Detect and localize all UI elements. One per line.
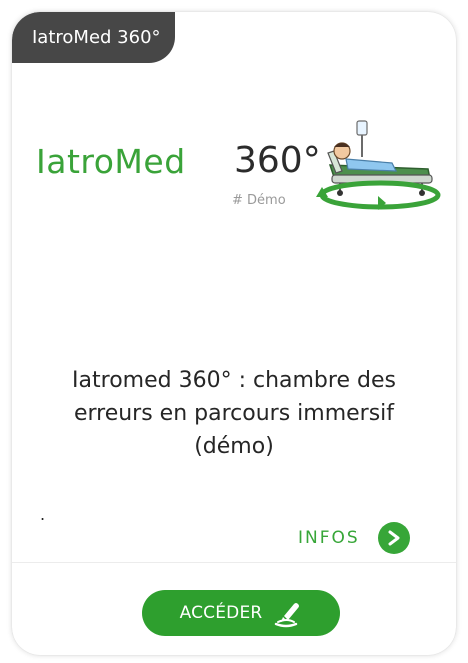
- course-card[interactable]: IatroMed 360° IatroMed 360° # Démo Iatro…: [12, 12, 456, 655]
- hospital-bed-360-icon: [316, 120, 441, 210]
- course-logo: IatroMed 360° # Démo: [12, 117, 456, 217]
- access-button-label: ACCÉDER: [179, 603, 263, 623]
- edit-pen-icon: [275, 603, 300, 628]
- course-badge: IatroMed 360°: [12, 12, 175, 63]
- course-title: Iatromed 360° : chambre des erreurs en p…: [72, 368, 396, 459]
- infos-link[interactable]: INFOS: [298, 522, 410, 554]
- logo-brand-text: IatroMed: [36, 142, 186, 181]
- card-divider: [12, 562, 456, 563]
- chevron-right-icon[interactable]: [377, 522, 410, 554]
- access-button[interactable]: ACCÉDER: [142, 590, 340, 636]
- description-text: .: [40, 505, 46, 524]
- infos-label: INFOS: [298, 528, 360, 548]
- logo-number-text: 360°: [234, 140, 321, 181]
- logo-tag-text: # Démo: [232, 193, 286, 208]
